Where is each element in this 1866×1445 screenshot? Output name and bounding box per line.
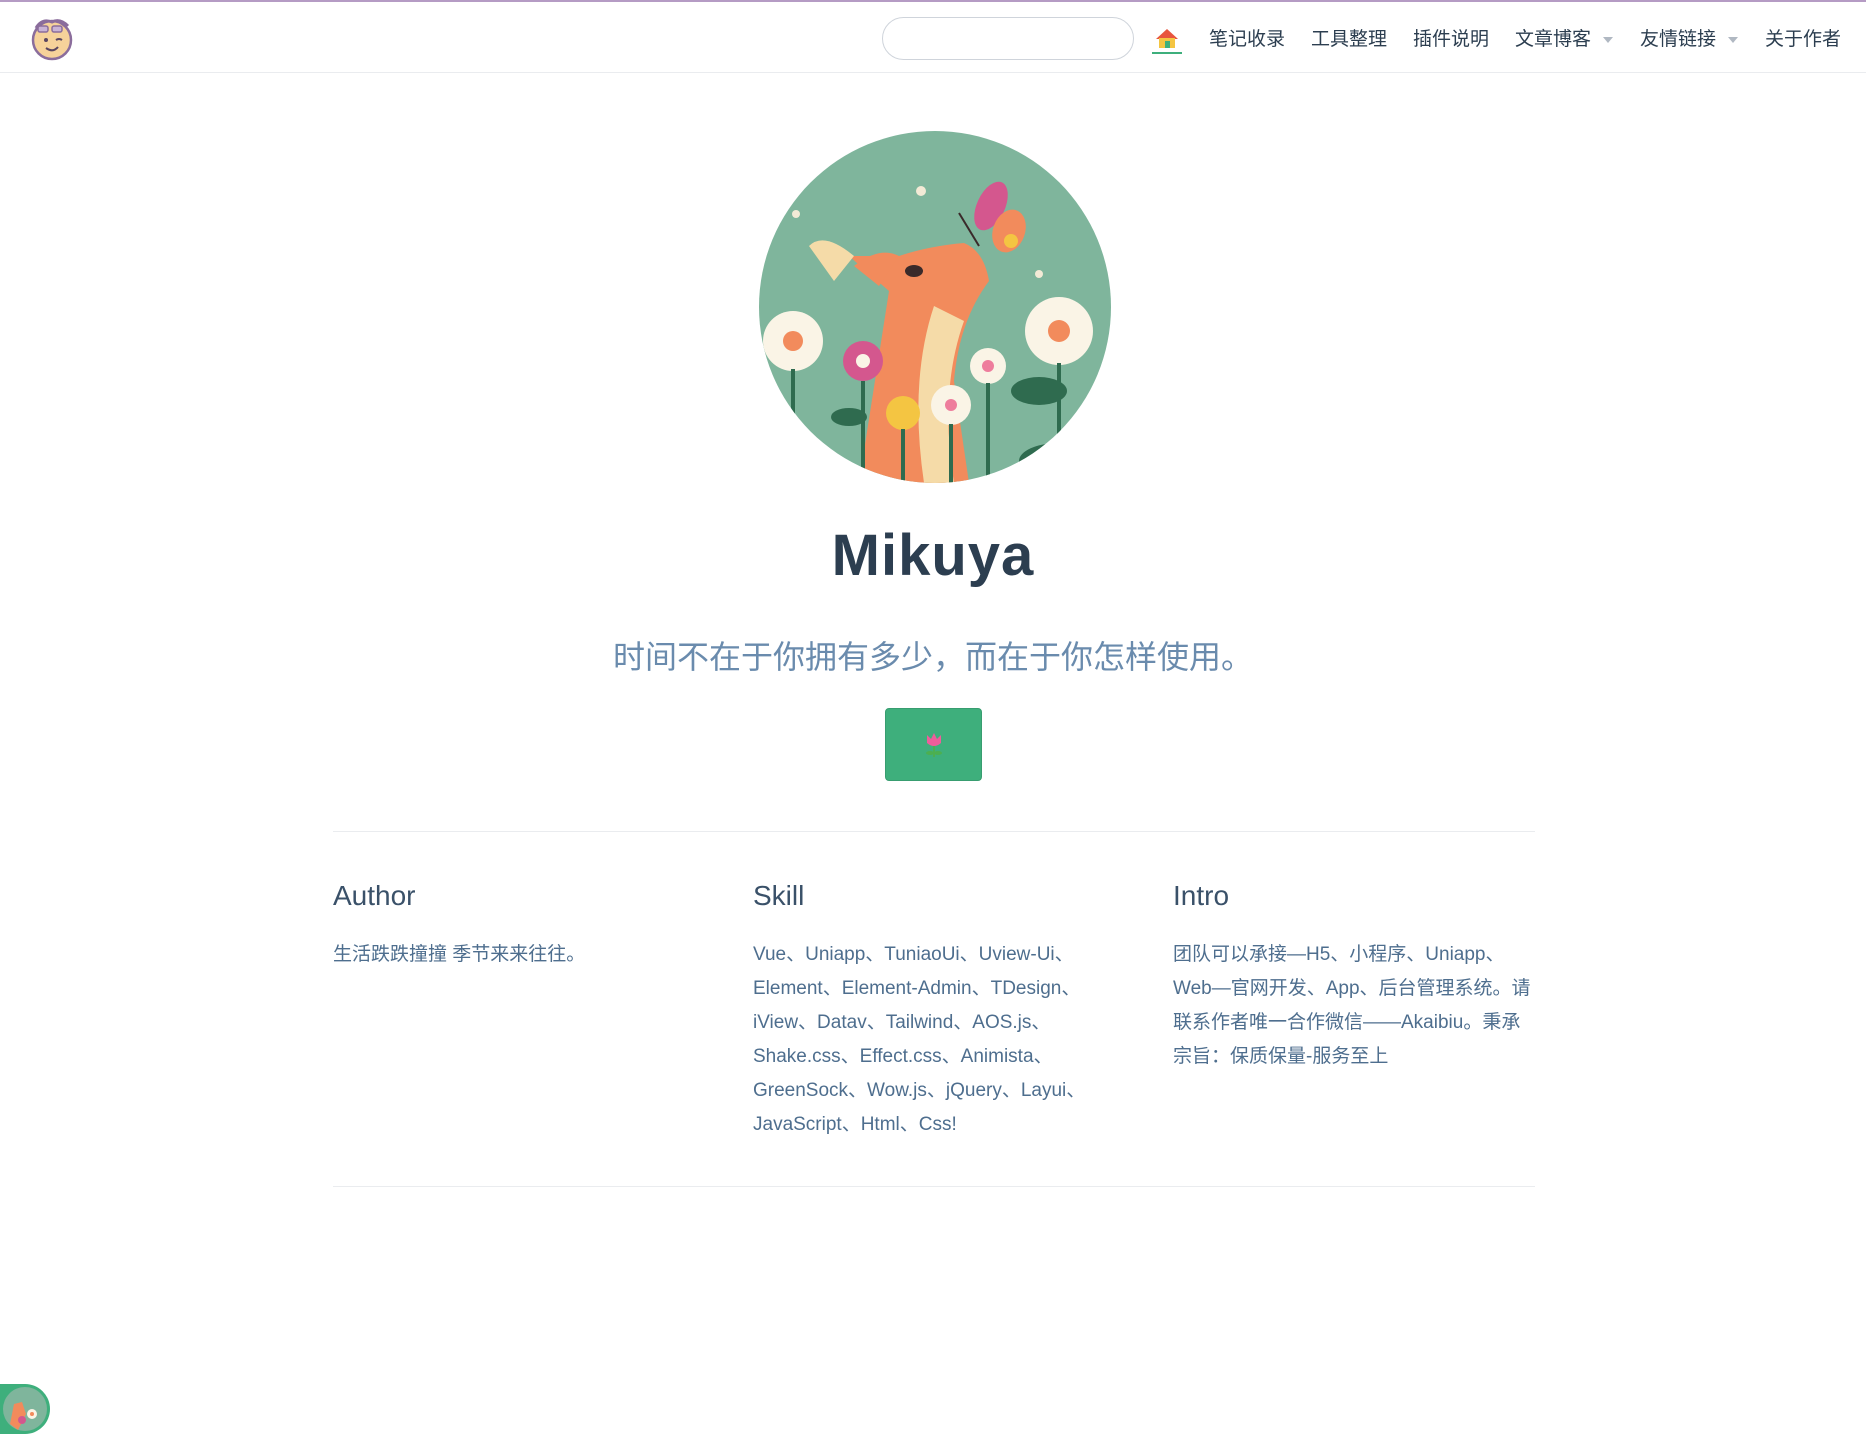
nav-item-friends[interactable]: 友情链接	[1640, 24, 1739, 51]
smiley-face-logo-icon	[31, 19, 73, 61]
features-divider-top	[333, 831, 1535, 832]
nav-item-label: 插件说明	[1413, 29, 1490, 50]
nav-item-label: 工具整理	[1311, 29, 1388, 50]
chevron-down-icon	[1603, 36, 1614, 43]
nav-item-tools[interactable]: 工具整理	[1311, 24, 1387, 51]
nav-home-link[interactable]	[1152, 26, 1182, 54]
feature-details: 生活跌跌撞撞 季节来来往往。	[333, 944, 586, 965]
nav-item-articles[interactable]: 文章博客	[1515, 24, 1614, 51]
hero-description: 时间不在于你拥有多少，而在于你怎样使用。	[612, 639, 1253, 675]
nav-item-notes[interactable]: 笔记收录	[1209, 24, 1285, 51]
feature-title: Intro	[1173, 880, 1230, 911]
feature-skill: Skill Vue、Uniapp、TuniaoUi、Uview-Ui、Eleme…	[753, 880, 1093, 1142]
nav-item-label: 友情链接	[1640, 29, 1717, 50]
deer-butterfly-illustration	[759, 131, 1111, 483]
site-logo[interactable]	[28, 14, 76, 62]
search-input[interactable]	[882, 17, 1134, 60]
navbar: 笔记收录 工具整理 插件说明 文章博客 友情链接 关于作者	[0, 2, 1866, 73]
feature-details: 团队可以承接—H5、小程序、Uniapp、Web—官网开发、App、后台管理系统…	[1173, 944, 1531, 1067]
feature-intro: Intro 团队可以承接—H5、小程序、Uniapp、Web—官网开发、App、…	[1173, 880, 1538, 1074]
hero-action-button[interactable]	[885, 708, 982, 781]
features-divider-bottom	[333, 1186, 1535, 1187]
nav-item-about[interactable]: 关于作者	[1765, 24, 1841, 51]
feature-title: Skill	[753, 880, 805, 911]
floating-avatar-button[interactable]	[0, 1384, 50, 1434]
hero-image	[759, 131, 1111, 483]
nav-item-plugins[interactable]: 插件说明	[1413, 24, 1489, 51]
nav-item-label: 笔记收录	[1209, 29, 1286, 50]
house-icon	[1156, 29, 1178, 48]
tulip-icon	[925, 732, 942, 757]
feature-author: Author 生活跌跌撞撞 季节来来往往。	[333, 880, 693, 972]
deer-avatar-icon	[3, 1387, 47, 1431]
chevron-down-icon	[1728, 36, 1739, 43]
feature-details: Vue、Uniapp、TuniaoUi、Uview-Ui、Element、Ele…	[753, 944, 1086, 1135]
feature-title: Author	[333, 880, 416, 911]
nav-item-label: 关于作者	[1765, 29, 1842, 50]
nav-item-label: 文章博客	[1515, 29, 1592, 50]
hero-title: Mikuya	[831, 523, 1035, 588]
